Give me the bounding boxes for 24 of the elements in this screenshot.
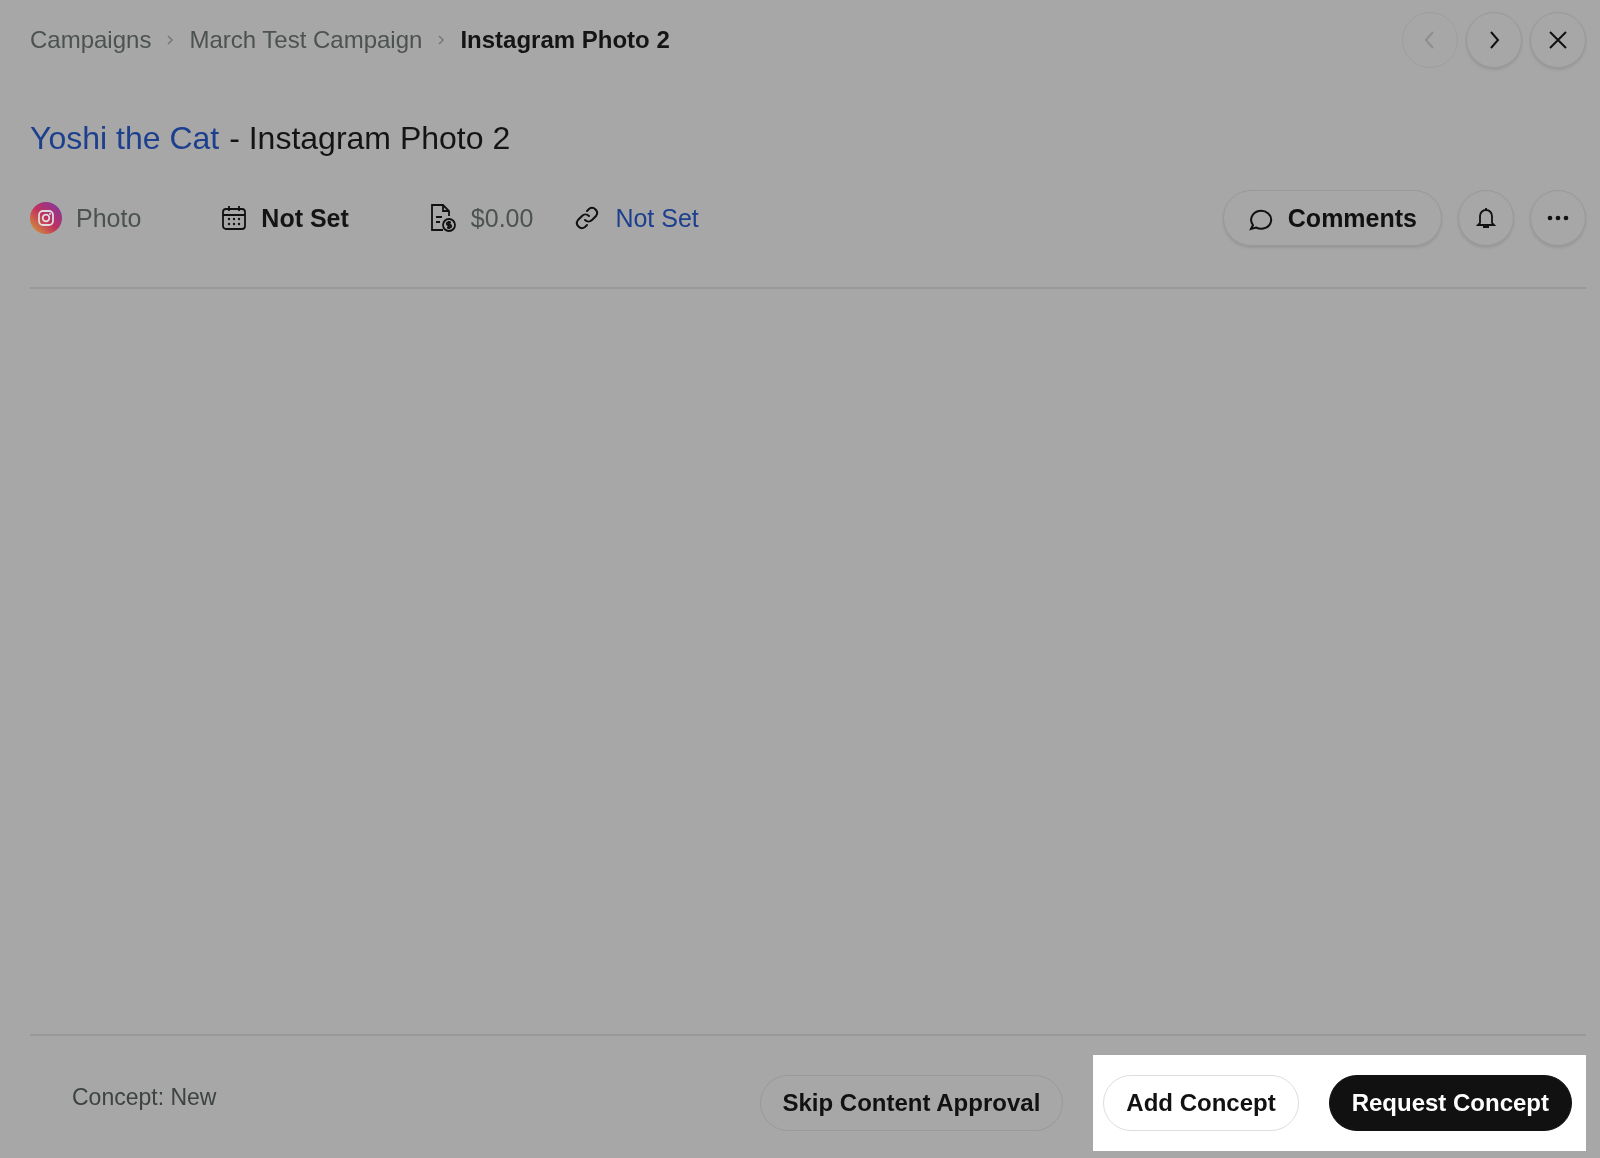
invoice-icon xyxy=(428,203,457,233)
comments-button[interactable]: Comments xyxy=(1222,190,1442,246)
post-link[interactable]: Not Set xyxy=(615,203,699,233)
price-value: $0.00 xyxy=(470,203,534,233)
breadcrumb-current: Instagram Photo 2 xyxy=(460,26,670,54)
footer-button[interactable]: Request Concept xyxy=(1328,1075,1572,1131)
more-button[interactable] xyxy=(1530,190,1586,246)
instagram-icon xyxy=(30,202,62,234)
ellipsis-icon xyxy=(1547,215,1569,221)
concept-status: Concept: New xyxy=(72,1083,217,1111)
chevron-right-icon xyxy=(165,34,176,46)
next-button[interactable] xyxy=(1466,12,1522,68)
bell-icon xyxy=(1475,206,1497,230)
platform-value: Photo xyxy=(76,203,142,233)
post-title: - Instagram Photo 2 xyxy=(229,120,511,157)
creator-link[interactable]: Yoshi the Cat xyxy=(30,120,220,157)
notifications-button[interactable] xyxy=(1458,190,1514,246)
calendar-icon xyxy=(221,205,248,231)
footer-button[interactable]: Add Concept xyxy=(1103,1075,1299,1131)
close-button[interactable] xyxy=(1530,12,1586,68)
chevron-right-icon xyxy=(436,34,447,46)
footer-button[interactable]: Skip Content Approval xyxy=(759,1075,1064,1131)
date-value: Not Set xyxy=(261,203,349,233)
close-icon xyxy=(1547,29,1569,51)
